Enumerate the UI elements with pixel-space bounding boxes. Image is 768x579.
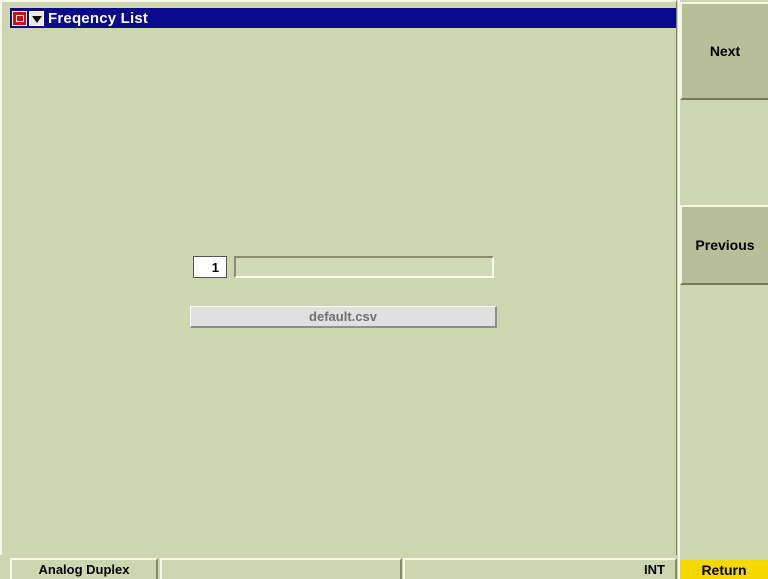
title-bar: Freqency List	[10, 8, 676, 28]
window-title: Freqency List	[48, 9, 149, 27]
file-name-button[interactable]: default.csv	[190, 306, 497, 328]
reference-status: INT	[403, 558, 677, 579]
dropdown-arrow-icon[interactable]	[29, 10, 44, 26]
status-bar: Analog Duplex INT	[0, 556, 678, 579]
list-index-field[interactable]: 1	[193, 256, 227, 278]
status-blank	[160, 558, 402, 579]
mode-status: Analog Duplex	[10, 558, 158, 579]
previous-button[interactable]: Previous	[680, 205, 768, 285]
next-button[interactable]: Next	[680, 2, 768, 100]
list-name-field[interactable]	[234, 256, 494, 278]
system-menu-icon[interactable]	[12, 10, 27, 26]
return-button[interactable]: Return	[680, 560, 768, 579]
